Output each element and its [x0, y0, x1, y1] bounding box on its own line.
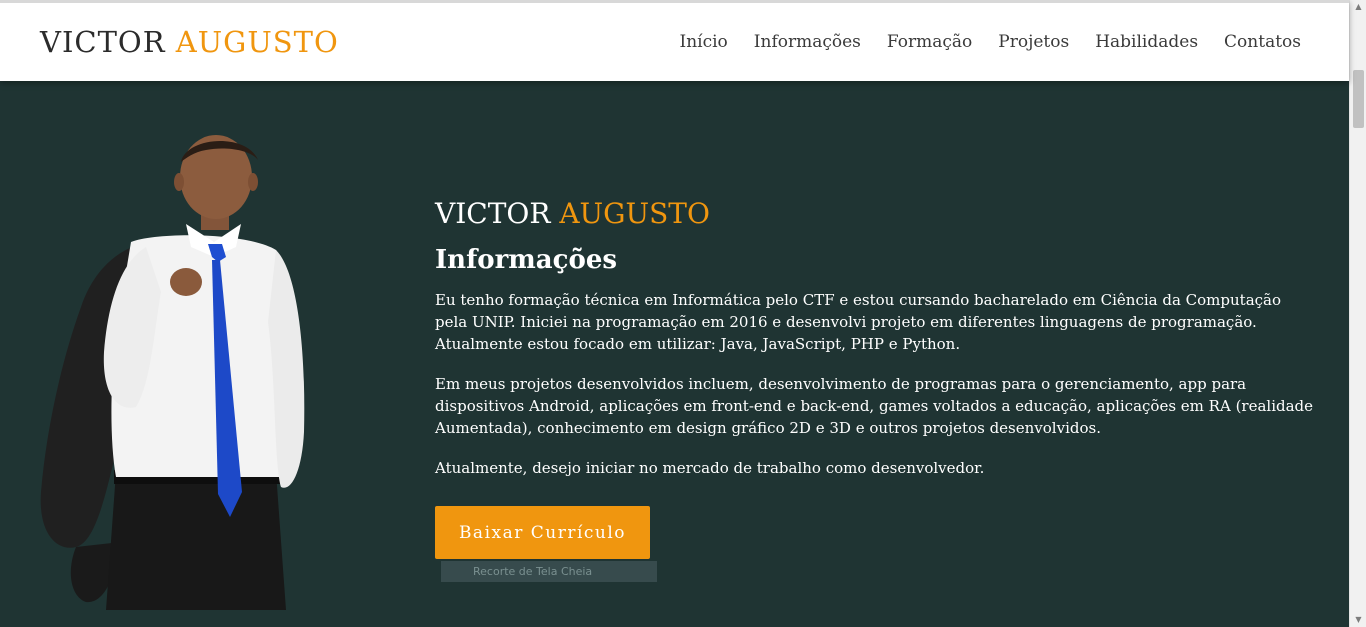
brand-last-name: AUGUSTO [175, 25, 339, 59]
nav-item-inicio[interactable]: Início [679, 32, 727, 52]
page-scrollbar[interactable]: ▲ ▼ [1349, 0, 1366, 627]
scroll-down-arrow-icon[interactable]: ▼ [1350, 613, 1366, 627]
scroll-up-arrow-icon[interactable]: ▲ [1350, 0, 1366, 14]
nav-item-projetos[interactable]: Projetos [998, 32, 1069, 52]
main-nav: Início Informações Formação Projetos Hab… [679, 32, 1301, 52]
section-title: Informações [435, 245, 617, 275]
hero-title-last: AUGUSTO [559, 197, 710, 230]
info-paragraph-1: Eu tenho formação técnica em Informática… [435, 291, 1282, 353]
brand-logo[interactable]: VICTOR AUGUSTO [40, 25, 339, 59]
scroll-thumb[interactable] [1353, 70, 1364, 128]
info-paragraph-3: Atualmente, desejo iniciar no mercado de… [435, 459, 985, 477]
download-cv-button[interactable]: Baixar Currículo [435, 506, 650, 559]
nav-item-habilidades[interactable]: Habilidades [1095, 32, 1198, 52]
hero-title-first: VICTOR [435, 197, 551, 230]
hero-title: VICTOR AUGUSTO [435, 197, 710, 230]
brand-first-name: VICTOR [40, 25, 166, 59]
navbar: VICTOR AUGUSTO Início Informações Formaç… [0, 0, 1349, 81]
nav-item-formacao[interactable]: Formação [887, 32, 972, 52]
nav-item-contatos[interactable]: Contatos [1224, 32, 1301, 52]
nav-item-informacoes[interactable]: Informações [754, 32, 861, 52]
screen-capture-overlay: Recorte de Tela Cheia [441, 561, 657, 582]
profile-photo [40, 135, 305, 610]
info-paragraph-2: Em meus projetos desenvolvidos incluem, … [435, 375, 1314, 437]
